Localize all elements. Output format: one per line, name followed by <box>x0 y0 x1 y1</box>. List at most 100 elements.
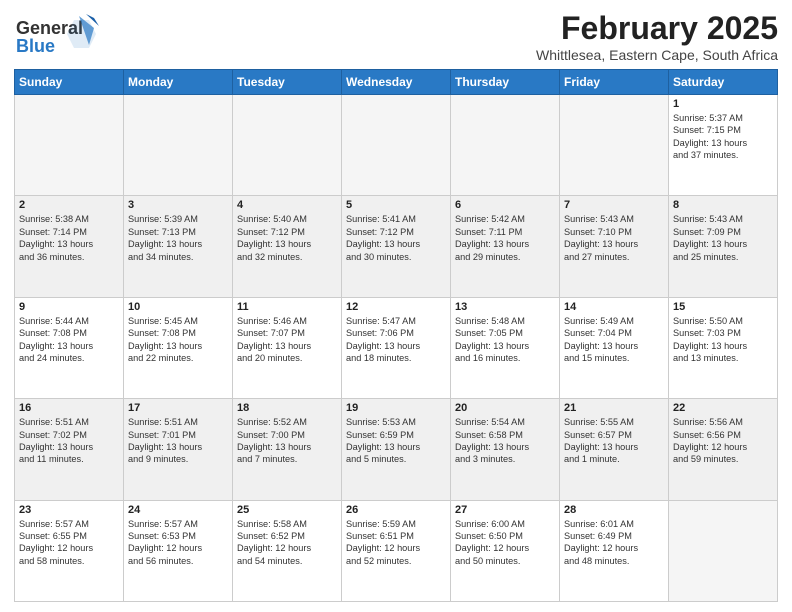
day-info: Sunrise: 6:00 AM Sunset: 6:50 PM Dayligh… <box>455 518 555 568</box>
day-number: 7 <box>564 199 664 211</box>
day-info: Sunrise: 5:58 AM Sunset: 6:52 PM Dayligh… <box>237 518 337 568</box>
week-row-4: 16Sunrise: 5:51 AM Sunset: 7:02 PM Dayli… <box>15 399 778 500</box>
calendar-cell: 23Sunrise: 5:57 AM Sunset: 6:55 PM Dayli… <box>15 500 124 601</box>
day-info: Sunrise: 5:50 AM Sunset: 7:03 PM Dayligh… <box>673 315 773 365</box>
day-info: Sunrise: 5:44 AM Sunset: 7:08 PM Dayligh… <box>19 315 119 365</box>
day-info: Sunrise: 5:46 AM Sunset: 7:07 PM Dayligh… <box>237 315 337 365</box>
calendar-cell: 12 Sunrise: 5:47 AM Sunset: 7:06 PM Dayli… <box>342 297 451 398</box>
weekday-header-wednesday: Wednesday <box>342 70 451 95</box>
day-info: Sunrise: 5:40 AM Sunset: 7:12 PM Dayligh… <box>237 213 337 263</box>
day-number: 1 <box>673 98 773 110</box>
day-number: 10 <box>128 301 228 313</box>
calendar-cell: 11 Sunrise: 5:46 AM Sunset: 7:07 PM Dayli… <box>233 297 342 398</box>
day-info: Sunrise: 5:39 AM Sunset: 7:13 PM Dayligh… <box>128 213 228 263</box>
calendar-cell <box>124 95 233 196</box>
day-number: 19 <box>346 402 446 414</box>
calendar-cell <box>15 95 124 196</box>
calendar-cell: 27 Sunrise: 6:00 AM Sunset: 6:50 PM Dayli… <box>451 500 560 601</box>
weekday-header-saturday: Saturday <box>669 70 778 95</box>
day-info: Sunrise: 5:54 AM Sunset: 6:58 PM Dayligh… <box>455 416 555 466</box>
day-info: Sunrise: 5:37 AM Sunset: 7:15 PM Dayligh… <box>673 112 773 162</box>
calendar-cell: 25Sunrise: 5:58 AM Sunset: 6:52 PM Dayli… <box>233 500 342 601</box>
day-number: 2 <box>19 199 119 211</box>
title-block: February 2025 Whittlesea, Eastern Cape, … <box>536 10 778 63</box>
day-number: 21 <box>564 402 664 414</box>
day-info: Sunrise: 5:51 AM Sunset: 7:01 PM Dayligh… <box>128 416 228 466</box>
day-number: 18 <box>237 402 337 414</box>
header: General Blue February 2025 Whittlesea, E… <box>14 10 778 63</box>
day-number: 6 <box>455 199 555 211</box>
calendar-cell <box>560 95 669 196</box>
day-number: 28 <box>564 504 664 516</box>
day-number: 3 <box>128 199 228 211</box>
day-number: 16 <box>19 402 119 414</box>
week-row-2: 2 Sunrise: 5:38 AM Sunset: 7:14 PM Daylig… <box>15 196 778 297</box>
day-number: 8 <box>673 199 773 211</box>
day-info: Sunrise: 5:43 AM Sunset: 7:09 PM Dayligh… <box>673 213 773 263</box>
logo-svg: General Blue <box>14 10 104 60</box>
calendar-cell: 26Sunrise: 5:59 AM Sunset: 6:51 PM Dayli… <box>342 500 451 601</box>
weekday-header-tuesday: Tuesday <box>233 70 342 95</box>
day-info: Sunrise: 5:53 AM Sunset: 6:59 PM Dayligh… <box>346 416 446 466</box>
day-number: 4 <box>237 199 337 211</box>
weekday-header-friday: Friday <box>560 70 669 95</box>
day-number: 20 <box>455 402 555 414</box>
calendar-cell: 3 Sunrise: 5:39 AM Sunset: 7:13 PM Daylig… <box>124 196 233 297</box>
logo: General Blue <box>14 10 104 60</box>
day-info: Sunrise: 5:41 AM Sunset: 7:12 PM Dayligh… <box>346 213 446 263</box>
calendar-cell: 2 Sunrise: 5:38 AM Sunset: 7:14 PM Daylig… <box>15 196 124 297</box>
day-number: 11 <box>237 301 337 313</box>
calendar-cell: 8 Sunrise: 5:43 AM Sunset: 7:09 PM Daylig… <box>669 196 778 297</box>
day-number: 5 <box>346 199 446 211</box>
day-info: Sunrise: 5:48 AM Sunset: 7:05 PM Dayligh… <box>455 315 555 365</box>
calendar-cell: 13 Sunrise: 5:48 AM Sunset: 7:05 PM Dayli… <box>451 297 560 398</box>
calendar-cell: 21Sunrise: 5:55 AM Sunset: 6:57 PM Dayli… <box>560 399 669 500</box>
day-number: 27 <box>455 504 555 516</box>
calendar-cell: 9Sunrise: 5:44 AM Sunset: 7:08 PM Daylig… <box>15 297 124 398</box>
day-info: Sunrise: 5:43 AM Sunset: 7:10 PM Dayligh… <box>564 213 664 263</box>
weekday-header-row: SundayMondayTuesdayWednesdayThursdayFrid… <box>15 70 778 95</box>
page: General Blue February 2025 Whittlesea, E… <box>0 0 792 612</box>
calendar-cell: 22Sunrise: 5:56 AM Sunset: 6:56 PM Dayli… <box>669 399 778 500</box>
week-row-1: 1 Sunrise: 5:37 AM Sunset: 7:15 PM Daylig… <box>15 95 778 196</box>
calendar-cell: 20 Sunrise: 5:54 AM Sunset: 6:58 PM Dayli… <box>451 399 560 500</box>
calendar-cell: 14 Sunrise: 5:49 AM Sunset: 7:04 PM Dayli… <box>560 297 669 398</box>
day-number: 15 <box>673 301 773 313</box>
calendar-cell: 6 Sunrise: 5:42 AM Sunset: 7:11 PM Daylig… <box>451 196 560 297</box>
day-number: 17 <box>128 402 228 414</box>
day-number: 14 <box>564 301 664 313</box>
calendar-cell: 24Sunrise: 5:57 AM Sunset: 6:53 PM Dayli… <box>124 500 233 601</box>
calendar-cell: 28 Sunrise: 6:01 AM Sunset: 6:49 PM Dayli… <box>560 500 669 601</box>
calendar-cell: 19 Sunrise: 5:53 AM Sunset: 6:59 PM Dayli… <box>342 399 451 500</box>
day-info: Sunrise: 5:57 AM Sunset: 6:55 PM Dayligh… <box>19 518 119 568</box>
day-number: 26 <box>346 504 446 516</box>
day-info: Sunrise: 5:45 AM Sunset: 7:08 PM Dayligh… <box>128 315 228 365</box>
calendar-cell: 1 Sunrise: 5:37 AM Sunset: 7:15 PM Daylig… <box>669 95 778 196</box>
day-info: Sunrise: 5:47 AM Sunset: 7:06 PM Dayligh… <box>346 315 446 365</box>
calendar-cell: 10 Sunrise: 5:45 AM Sunset: 7:08 PM Dayli… <box>124 297 233 398</box>
day-number: 12 <box>346 301 446 313</box>
day-info: Sunrise: 5:52 AM Sunset: 7:00 PM Dayligh… <box>237 416 337 466</box>
day-number: 22 <box>673 402 773 414</box>
weekday-header-monday: Monday <box>124 70 233 95</box>
calendar-cell: 15 Sunrise: 5:50 AM Sunset: 7:03 PM Dayli… <box>669 297 778 398</box>
calendar-cell: 4 Sunrise: 5:40 AM Sunset: 7:12 PM Daylig… <box>233 196 342 297</box>
day-info: Sunrise: 5:42 AM Sunset: 7:11 PM Dayligh… <box>455 213 555 263</box>
week-row-5: 23Sunrise: 5:57 AM Sunset: 6:55 PM Dayli… <box>15 500 778 601</box>
calendar-cell <box>669 500 778 601</box>
day-info: Sunrise: 6:01 AM Sunset: 6:49 PM Dayligh… <box>564 518 664 568</box>
weekday-header-sunday: Sunday <box>15 70 124 95</box>
calendar-cell <box>342 95 451 196</box>
location: Whittlesea, Eastern Cape, South Africa <box>536 47 778 63</box>
calendar-cell: 17 Sunrise: 5:51 AM Sunset: 7:01 PM Dayli… <box>124 399 233 500</box>
month-title: February 2025 <box>536 10 778 47</box>
calendar-cell <box>233 95 342 196</box>
day-info: Sunrise: 5:49 AM Sunset: 7:04 PM Dayligh… <box>564 315 664 365</box>
week-row-3: 9Sunrise: 5:44 AM Sunset: 7:08 PM Daylig… <box>15 297 778 398</box>
calendar-cell: 5 Sunrise: 5:41 AM Sunset: 7:12 PM Daylig… <box>342 196 451 297</box>
day-info: Sunrise: 5:38 AM Sunset: 7:14 PM Dayligh… <box>19 213 119 263</box>
day-number: 13 <box>455 301 555 313</box>
calendar-cell: 7 Sunrise: 5:43 AM Sunset: 7:10 PM Daylig… <box>560 196 669 297</box>
day-info: Sunrise: 5:57 AM Sunset: 6:53 PM Dayligh… <box>128 518 228 568</box>
calendar-cell: 16Sunrise: 5:51 AM Sunset: 7:02 PM Dayli… <box>15 399 124 500</box>
